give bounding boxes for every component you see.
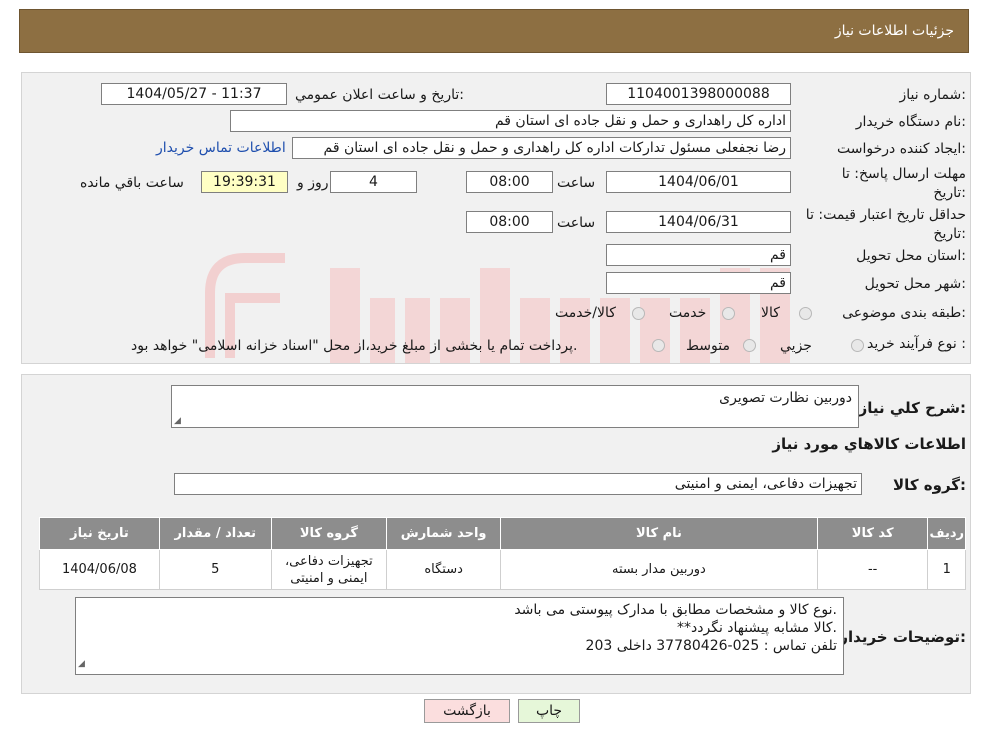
radio-icon[interactable] (632, 307, 645, 320)
category-option-goods-service: کالا/خدمت (555, 305, 616, 321)
resize-grip-icon[interactable]: ◢ (174, 416, 181, 426)
radio-icon[interactable] (722, 307, 735, 320)
cell-quantity: 5 (158, 549, 272, 590)
remaining-time-field: 19:39:31 (201, 171, 288, 193)
need-number-field: 1104001398000088 (606, 83, 791, 105)
back-button[interactable]: بازگشت (424, 699, 510, 723)
items-title: اطلاعات کالاهاي مورد نياز (772, 435, 966, 453)
notes-line: نوع کالا و مشخصات مطابق با مدارک پیوستی … (514, 602, 837, 618)
deadline-time-field: 08:00 (466, 171, 553, 193)
deadline-label: مهلت ارسال پاسخ: تا تاریخ: (841, 166, 966, 201)
deadline-date-field: 1404/06/01 (606, 171, 791, 193)
notes-line: **کالا مشابه پیشنهاد نگردد. (677, 620, 837, 636)
announce-date-field: 1404/05/27 - 11:37 (101, 83, 287, 105)
province-field: قم (606, 244, 791, 266)
col-unit: واحد شمارش (386, 517, 501, 550)
page-header: جزئیات اطلاعات نیاز (19, 9, 969, 53)
print-button[interactable]: چاپ (518, 699, 580, 723)
remaining-label: ساعت باقي مانده (80, 175, 184, 191)
resize-grip-icon[interactable]: ◢ (78, 655, 85, 673)
radio-icon[interactable] (743, 339, 756, 352)
days-label: روز و (297, 175, 329, 191)
process-label: نوع فرآیند خرید : (867, 336, 966, 352)
col-row-no: رديف (927, 517, 966, 550)
validity-time-label: ساعت (557, 215, 596, 231)
validity-date-field: 1404/06/31 (606, 211, 791, 233)
cell-need-date: 1404/06/08 (39, 549, 160, 590)
process-option-medium: متوسط (686, 338, 730, 354)
col-group: گروه کالا (270, 517, 388, 550)
buyer-field: اداره کل راهداری و حمل و نقل جاده ای است… (230, 110, 791, 132)
cell-group: تجهیزات دفاعی، ایمنی و امنیتی (270, 549, 388, 590)
cell-item-code: -- (816, 549, 929, 590)
col-item-name: نام کالا (500, 517, 818, 550)
days-field: 4 (330, 171, 417, 193)
group-field: تجهیزات دفاعی، ایمنی و امنیتی (174, 473, 862, 495)
creator-label: ایجاد کننده درخواست: (837, 141, 966, 157)
items-table: رديف کد کالا نام کالا واحد شمارش گروه کا… (39, 517, 966, 590)
city-field: قم (606, 272, 791, 294)
notes-textarea[interactable]: نوع کالا و مشخصات مطابق با مدارک پیوستی … (75, 597, 844, 675)
need-number-label: شماره نیاز: (899, 87, 966, 103)
summary-textarea[interactable]: دوربین نظارت تصویری ◢ (171, 385, 859, 428)
col-quantity: تعداد / مقدار (158, 517, 272, 550)
summary-text: دوربین نظارت تصویری (719, 390, 852, 406)
category-option-service: خدمت (669, 305, 707, 321)
category-label: طبقه بندی موضوعی: (842, 305, 966, 321)
col-item-code: کد کالا (816, 517, 929, 550)
validity-time-field: 08:00 (466, 211, 553, 233)
cell-unit: دستگاه (386, 549, 501, 590)
city-label: شهر محل تحویل: (864, 276, 966, 292)
creator-field: رضا نجفعلی مسئول تداركات اداره کل راهدار… (292, 137, 791, 159)
validity-label: حداقل تاریخ اعتبار قیمت: تا تاریخ: (805, 207, 966, 242)
group-label: گروه کالا: (893, 476, 966, 494)
radio-icon[interactable] (851, 339, 864, 352)
radio-icon[interactable] (652, 339, 665, 352)
notes-label: توضيحات خريدار: (839, 628, 966, 646)
announce-date-label: تاریخ و ساعت اعلان عمومي: (295, 87, 464, 103)
category-option-goods: کالا (761, 305, 780, 321)
process-note: پرداخت تمام یا بخشی از مبلغ خرید،از محل … (131, 338, 578, 354)
buyer-label: نام دستگاه خریدار: (855, 114, 966, 130)
buyer-contact-link[interactable]: اطلاعات تماس خریدار (156, 140, 286, 156)
cell-item-name: دوربین مدار بسته (500, 549, 818, 590)
col-need-date: تاریخ نیاز (39, 517, 160, 550)
page-title: جزئیات اطلاعات نیاز (834, 23, 954, 39)
summary-label: شرح کلي نياز: (858, 399, 966, 417)
table-row: 1 -- دوربین مدار بسته دستگاه تجهیزات دفا… (39, 549, 966, 590)
province-label: استان محل تحویل: (856, 248, 966, 264)
notes-line: تلفن تماس : 025-37780426 داخلی 203 (585, 638, 837, 654)
table-header-row: رديف کد کالا نام کالا واحد شمارش گروه کا… (39, 517, 966, 550)
cell-row-no: 1 (927, 549, 966, 590)
deadline-time-label: ساعت (557, 175, 596, 191)
radio-icon[interactable] (799, 307, 812, 320)
process-option-minor: جزيي (780, 338, 812, 354)
